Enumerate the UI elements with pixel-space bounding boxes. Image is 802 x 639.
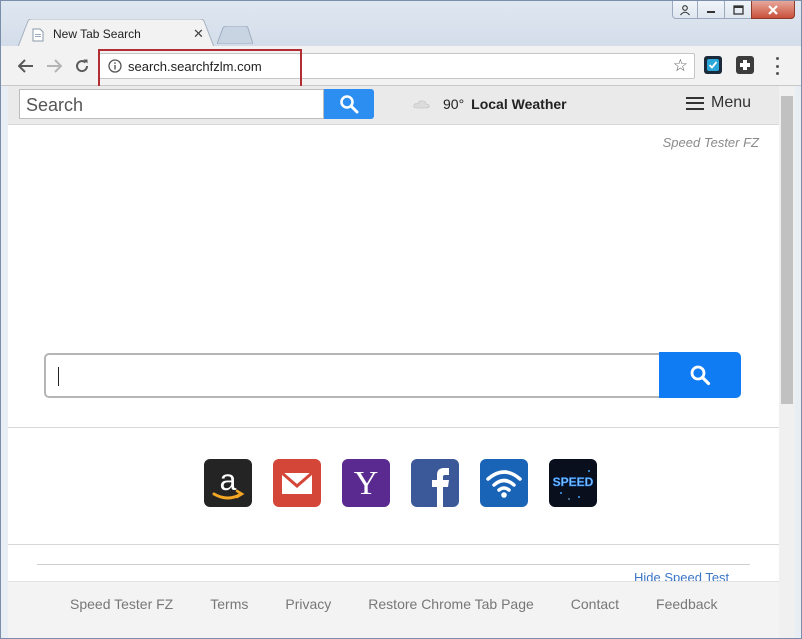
tab-close-icon[interactable]: ✕ <box>193 27 204 41</box>
speed-extension-icon <box>707 59 719 71</box>
brand-name[interactable]: Speed Tester FZ <box>648 135 759 150</box>
top-search-input[interactable] <box>24 91 318 119</box>
hamburger-icon <box>686 96 704 110</box>
yahoo-tile[interactable]: Y <box>342 459 390 507</box>
footer-link-contact[interactable]: Contact <box>571 596 619 612</box>
footer-link-feedback[interactable]: Feedback <box>656 596 717 612</box>
forward-arrow-icon <box>47 59 62 73</box>
close-icon <box>768 4 778 15</box>
scrollbar-thumb[interactable] <box>781 96 793 404</box>
speed-logo-text: SPEED <box>553 475 594 489</box>
weather-widget[interactable]: 90° Local Weather <box>413 96 567 112</box>
facebook-tile[interactable] <box>411 459 459 507</box>
search-icon <box>690 365 711 386</box>
speed-icon: SPEED <box>549 459 597 507</box>
back-arrow-icon <box>18 59 33 73</box>
back-button[interactable] <box>16 56 36 76</box>
wifi-tile[interactable] <box>480 459 528 507</box>
new-tab-button[interactable] <box>217 26 253 44</box>
extension-button-1[interactable] <box>704 56 722 74</box>
footer-links: Speed Tester FZ Terms Privacy Restore Ch… <box>70 596 755 612</box>
minimize-icon <box>707 10 715 13</box>
web-page: 90° Local Weather Menu Speed Tester FZ <box>8 86 779 638</box>
puzzle-icon <box>740 60 750 70</box>
tab-title: New Tab Search <box>53 27 141 41</box>
main-search-input[interactable] <box>60 361 644 393</box>
shortcut-tiles: a Y SPEED <box>204 459 618 507</box>
footer-link-privacy[interactable]: Privacy <box>285 596 331 612</box>
footer-link-terms[interactable]: Terms <box>210 596 248 612</box>
text-caret <box>58 367 59 386</box>
page-footer: Speed Tester FZ Terms Privacy Restore Ch… <box>8 581 779 638</box>
weather-label: Local Weather <box>471 96 567 112</box>
mail-icon <box>273 459 321 507</box>
reload-icon <box>76 59 89 73</box>
vertical-scrollbar[interactable] <box>779 86 795 638</box>
browser-window: New Tab Search ✕ search.searchfzlm.com ☆ <box>0 0 802 639</box>
minimize-button[interactable] <box>697 1 725 19</box>
footer-link-speed-tester[interactable]: Speed Tester FZ <box>70 596 173 612</box>
browser-tab[interactable]: New Tab Search ✕ <box>18 19 214 47</box>
menu-label: Menu <box>711 94 752 111</box>
main-search-button[interactable] <box>659 352 741 398</box>
user-icon <box>680 4 690 15</box>
yahoo-icon: Y <box>342 459 390 507</box>
url-highlight-box <box>98 49 302 88</box>
extension-button-2[interactable] <box>736 56 754 74</box>
window-controls <box>672 1 795 19</box>
svg-text:Y: Y <box>354 465 379 502</box>
facebook-icon <box>411 459 459 507</box>
cloud-icon <box>413 100 430 109</box>
bookmark-star-icon[interactable]: ☆ <box>673 57 688 75</box>
profile-button[interactable] <box>672 1 698 19</box>
shortcut-tiles-panel: a Y SPEED <box>8 427 779 545</box>
gmail-tile[interactable] <box>273 459 321 507</box>
divider <box>37 564 750 565</box>
wifi-icon <box>480 459 528 507</box>
top-search-button[interactable] <box>324 89 374 119</box>
menu-button[interactable]: Menu <box>686 94 751 112</box>
close-window-button[interactable] <box>751 1 795 19</box>
top-search-field[interactable] <box>19 89 324 119</box>
title-bar: New Tab Search ✕ <box>1 1 801 47</box>
footer-link-restore-chrome[interactable]: Restore Chrome Tab Page <box>368 596 534 612</box>
main-search-field[interactable] <box>44 353 660 398</box>
page-icon <box>32 28 44 42</box>
speed-tile[interactable]: SPEED <box>549 459 597 507</box>
maximize-icon <box>732 4 744 15</box>
reload-button[interactable] <box>72 56 92 76</box>
page-top-bar: 90° Local Weather Menu <box>8 86 779 125</box>
amazon-icon: a <box>204 459 252 507</box>
chrome-menu-icon[interactable] <box>772 57 782 75</box>
weather-temperature: 90° <box>443 96 465 112</box>
search-icon <box>340 95 359 114</box>
svg-text:a: a <box>220 464 237 497</box>
amazon-tile[interactable]: a <box>204 459 252 507</box>
maximize-button[interactable] <box>724 1 752 19</box>
forward-button[interactable] <box>44 56 64 76</box>
